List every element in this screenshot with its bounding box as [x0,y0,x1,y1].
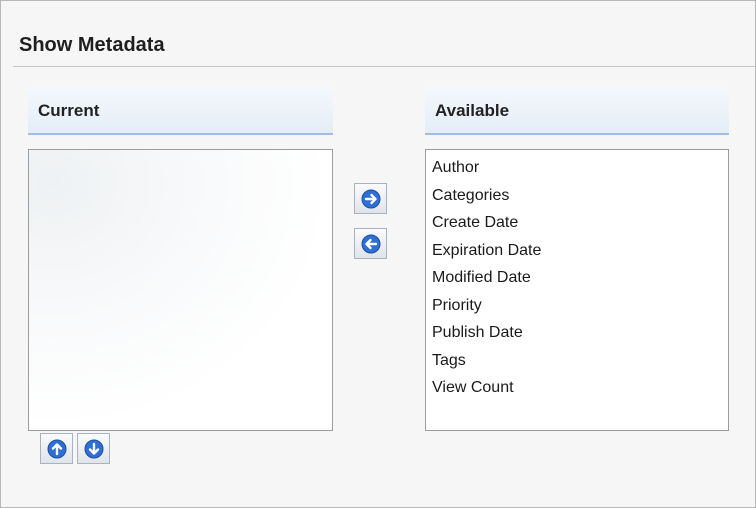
current-list [29,150,332,154]
current-column-header: Current [28,87,333,135]
move-up-button[interactable] [40,433,73,464]
list-item[interactable]: Author [432,154,728,182]
list-item[interactable]: View Count [432,374,728,402]
current-header-label: Current [38,101,100,120]
move-left-button[interactable] [354,228,387,259]
list-item[interactable]: Modified Date [432,264,728,292]
move-right-button[interactable] [354,183,387,214]
list-item[interactable]: Priority [432,292,728,320]
arrow-right-icon [361,189,380,208]
arrow-left-icon [361,234,380,253]
list-item[interactable]: Expiration Date [432,237,728,265]
move-down-button[interactable] [77,433,110,464]
show-metadata-panel: Show Metadata Current Available Author Ca… [0,0,756,508]
current-listbox[interactable] [28,149,333,431]
available-header-label: Available [435,101,510,120]
list-item[interactable]: Tags [432,347,728,375]
list-item[interactable]: Publish Date [432,319,728,347]
available-column-header: Available [425,87,729,135]
list-item[interactable]: Create Date [432,209,728,237]
available-list: Author Categories Create Date Expiration Da… [426,150,728,402]
arrow-up-icon [47,439,66,458]
panel-title: Show Metadata [19,34,165,56]
title-divider [13,66,755,67]
arrow-down-icon [84,439,103,458]
available-listbox[interactable]: Author Categories Create Date Expiration Da… [425,149,729,431]
list-item[interactable]: Categories [432,182,728,210]
